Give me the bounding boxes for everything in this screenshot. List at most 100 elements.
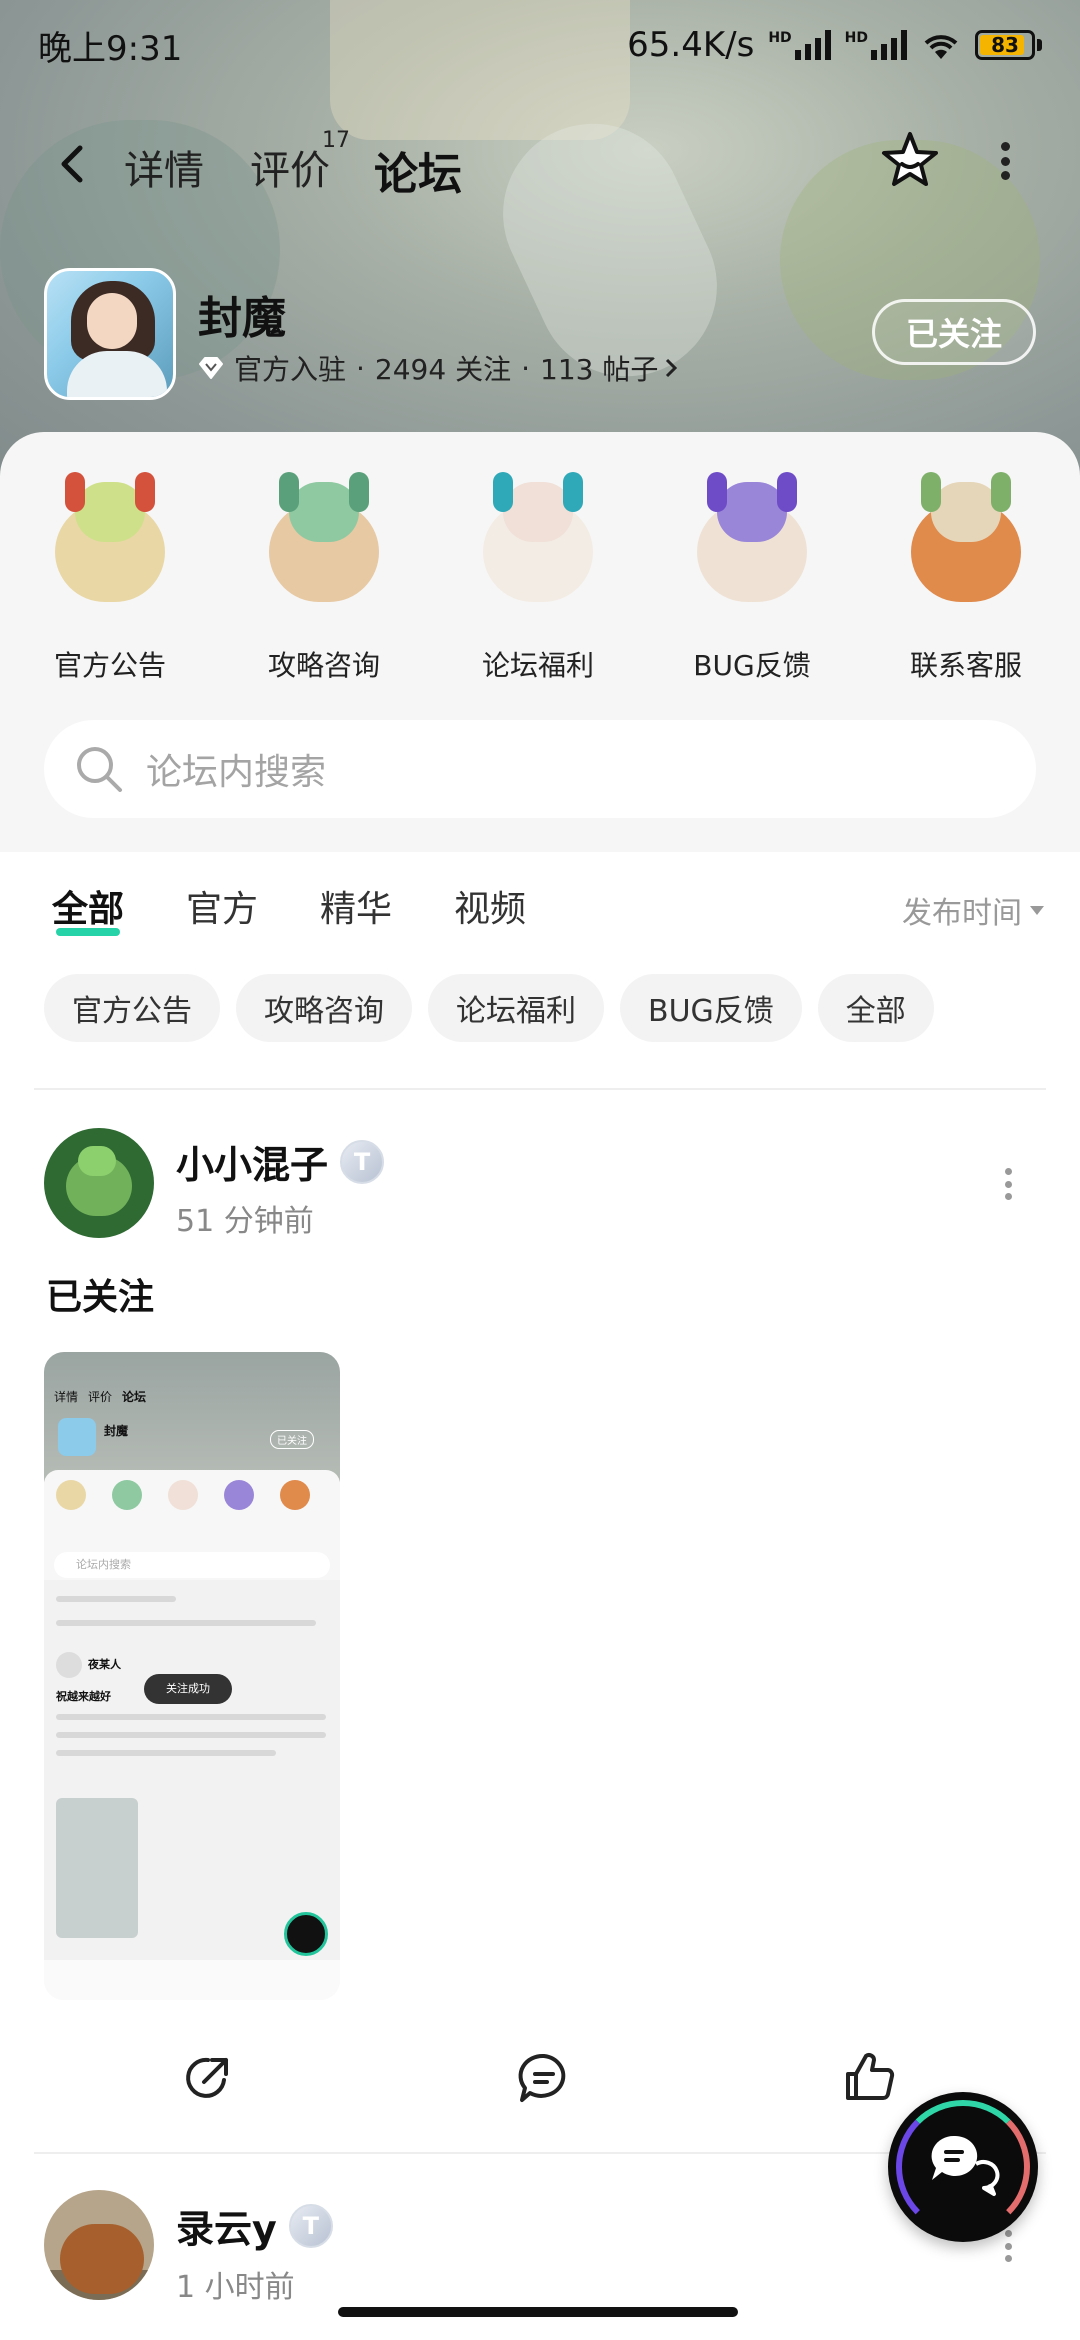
filter-tab-official[interactable]: 官方 bbox=[186, 880, 258, 932]
wifi-icon bbox=[924, 35, 958, 59]
filter-tab-featured[interactable]: 精华 bbox=[320, 880, 392, 932]
dragon-mascot-icon bbox=[463, 472, 613, 622]
post-more-icon[interactable] bbox=[998, 1164, 1018, 1204]
chevron-right-icon bbox=[666, 358, 678, 378]
follower-count: 2494 关注 bbox=[374, 353, 512, 386]
top-nav: 详情 评价 17 论坛 bbox=[0, 120, 1080, 210]
filter-tab-video[interactable]: 视频 bbox=[454, 880, 526, 932]
category-announcements[interactable]: 官方公告 bbox=[20, 472, 200, 684]
sort-dropdown[interactable]: 发布时间 bbox=[902, 888, 1044, 932]
tab-details[interactable]: 详情 bbox=[124, 138, 204, 196]
category-label: 官方公告 bbox=[53, 649, 166, 682]
avatar[interactable] bbox=[44, 2190, 154, 2300]
chip-benefits[interactable]: 论坛福利 bbox=[428, 974, 604, 1042]
thumb-tab: 论坛 bbox=[122, 1390, 147, 1404]
status-time: 晚上9:31 bbox=[38, 28, 183, 69]
category-label: BUG反馈 bbox=[693, 649, 811, 682]
more-menu-icon[interactable] bbox=[990, 136, 1020, 186]
game-icon bbox=[44, 268, 176, 400]
hd-label-2: HD bbox=[844, 30, 868, 46]
thumb-search: 论坛内搜索 bbox=[54, 1552, 330, 1578]
favorite-star-icon[interactable] bbox=[878, 128, 942, 192]
tab-forum[interactable]: 论坛 bbox=[374, 138, 462, 206]
caret-down-icon bbox=[1030, 905, 1044, 915]
comment-icon[interactable] bbox=[516, 2050, 572, 2106]
status-right: 65.4K/s HD HD 83 bbox=[627, 25, 1042, 65]
chip-guides[interactable]: 攻略咨询 bbox=[236, 974, 412, 1042]
search-icon bbox=[77, 747, 122, 792]
signal-icon: HD bbox=[768, 30, 831, 60]
post-count-link[interactable]: 113 帖子 bbox=[540, 348, 678, 388]
chip-announcements[interactable]: 官方公告 bbox=[44, 974, 220, 1042]
sort-label: 发布时间 bbox=[902, 896, 1022, 931]
thumb-tab: 详情 bbox=[54, 1390, 79, 1404]
category-bug-report[interactable]: BUG反馈 bbox=[662, 472, 842, 684]
follow-button[interactable]: 已关注 bbox=[872, 299, 1036, 365]
thumb-tab: 评价 bbox=[88, 1390, 113, 1404]
category-label: 攻略咨询 bbox=[267, 649, 380, 682]
divider bbox=[34, 1088, 1046, 1090]
dragon-mascot-icon bbox=[249, 472, 399, 622]
tab-forum-label: 论坛 bbox=[374, 149, 462, 200]
back-arrow-icon[interactable] bbox=[52, 142, 96, 186]
post-count: 113 帖子 bbox=[540, 353, 659, 386]
home-indicator[interactable] bbox=[338, 2307, 738, 2317]
post-author[interactable]: 录云y T bbox=[176, 2198, 333, 2253]
category-chips: 官方公告 攻略咨询 论坛福利 BUG反馈 全部 bbox=[44, 974, 1044, 1042]
meta-separator-2: · bbox=[521, 351, 530, 385]
thumb-game-name: 封魔 bbox=[104, 1424, 129, 1438]
net-speed: 65.4K/s bbox=[627, 25, 755, 65]
meta-separator: · bbox=[356, 351, 365, 385]
thumb-fab bbox=[284, 1912, 328, 1956]
chip-bug-report[interactable]: BUG反馈 bbox=[620, 974, 802, 1042]
game-name: 封魔 bbox=[198, 293, 286, 344]
thumb-inner-image bbox=[56, 1798, 138, 1938]
diamond-icon bbox=[199, 357, 223, 379]
status-bar: 晚上9:31 65.4K/s HD HD 83 bbox=[0, 0, 1080, 90]
filter-tab-all[interactable]: 全部 bbox=[52, 880, 125, 936]
dragon-mascot-icon bbox=[891, 472, 1041, 622]
level-badge-icon: T bbox=[340, 1139, 385, 1184]
filter-tab-label: 全部 bbox=[52, 889, 125, 930]
category-label: 论坛福利 bbox=[481, 649, 594, 682]
post-time: 51 分钟前 bbox=[176, 1204, 314, 1239]
official-label: 官方入驻 bbox=[234, 353, 347, 386]
post-time: 1 小时前 bbox=[176, 2270, 295, 2305]
category-guides[interactable]: 攻略咨询 bbox=[234, 472, 414, 684]
post-image[interactable]: 详情 评价 论坛 封魔 已关注 论坛内搜索 夜某人 祝越来越好 关注成功 bbox=[44, 1352, 340, 2000]
review-count: 17 bbox=[322, 128, 350, 153]
tab-reviews[interactable]: 评价 17 bbox=[250, 128, 350, 196]
search-placeholder: 论坛内搜索 bbox=[146, 752, 327, 793]
chip-all[interactable]: 全部 bbox=[817, 974, 934, 1042]
category-benefits[interactable]: 论坛福利 bbox=[448, 472, 628, 684]
category-customer-service[interactable]: 联系客服 bbox=[876, 472, 1056, 684]
dragon-mascot-icon bbox=[677, 472, 827, 622]
battery-icon: 83 bbox=[975, 30, 1042, 60]
level-badge-icon: T bbox=[288, 2203, 333, 2248]
share-icon[interactable] bbox=[180, 2050, 236, 2106]
author-name: 小小混子 bbox=[176, 1143, 329, 1187]
thumb-follow: 已关注 bbox=[270, 1430, 314, 1449]
chat-bubble-icon bbox=[931, 2135, 1000, 2196]
author-name: 录云y bbox=[176, 2207, 277, 2251]
battery-level: 83 bbox=[991, 33, 1019, 57]
thumb-author: 夜某人 bbox=[88, 1658, 121, 1671]
game-meta: 官方入驻 · 2494 关注 · 113 帖子 bbox=[198, 348, 678, 388]
new-post-fab[interactable] bbox=[888, 2092, 1038, 2242]
thumb-post-title: 祝越来越好 bbox=[56, 1690, 111, 1703]
thumb-avatar bbox=[56, 1652, 82, 1678]
post-title[interactable]: 已关注 bbox=[46, 1268, 154, 1320]
thumb-header: 详情 评价 论坛 封魔 已关注 bbox=[44, 1352, 340, 1482]
signal-icon-2: HD bbox=[845, 30, 907, 60]
post-author[interactable]: 小小混子 T bbox=[176, 1134, 385, 1189]
thumb-toast: 关注成功 bbox=[144, 1674, 232, 1704]
tab-reviews-label: 评价 bbox=[250, 148, 330, 194]
forum-search-input[interactable]: 论坛内搜索 bbox=[44, 720, 1036, 818]
thumb-nav bbox=[44, 1960, 340, 2000]
avatar[interactable] bbox=[44, 1128, 154, 1238]
thumb-game-icon bbox=[58, 1418, 96, 1456]
post-more-icon[interactable] bbox=[998, 2226, 1018, 2266]
filter-tabs: 全部 官方 精华 视频 发布时间 bbox=[0, 880, 1080, 960]
like-icon[interactable] bbox=[842, 2048, 898, 2104]
category-label: 联系客服 bbox=[909, 649, 1022, 682]
